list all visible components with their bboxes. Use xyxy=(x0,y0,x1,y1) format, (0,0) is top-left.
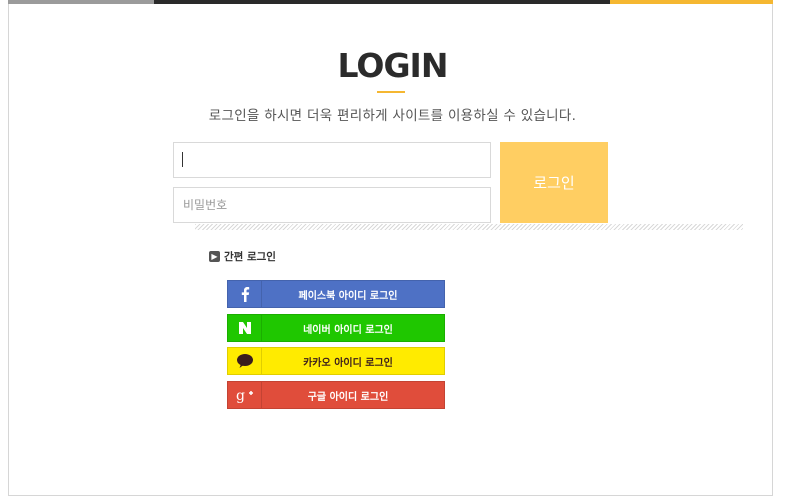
facebook-icon xyxy=(228,281,262,307)
text-cursor xyxy=(182,152,183,167)
login-button[interactable]: 로그인 xyxy=(500,142,608,223)
top-bar-segment-dark xyxy=(154,0,610,4)
user-id-input[interactable] xyxy=(173,142,491,178)
kakao-login-button[interactable]: 카카오 아이디 로그인 xyxy=(227,347,445,375)
google-login-button[interactable]: g 구글 아이디 로그인 xyxy=(227,381,445,409)
svg-text:g: g xyxy=(236,388,245,403)
easy-login-heading: ▶ 간편 로그인 xyxy=(209,249,276,264)
kakao-login-label: 카카오 아이디 로그인 xyxy=(303,357,393,369)
password-input[interactable] xyxy=(173,187,491,223)
kakao-icon xyxy=(228,348,262,374)
naver-login-label: 네이버 아이디 로그인 xyxy=(303,324,393,336)
top-bar-segment-gray xyxy=(8,0,154,4)
google-plus-icon: g xyxy=(228,382,262,408)
form-stripe-divider xyxy=(195,224,743,230)
title-underline xyxy=(377,91,405,93)
google-login-label: 구글 아이디 로그인 xyxy=(307,391,389,403)
naver-login-button[interactable]: 네이버 아이디 로그인 xyxy=(227,314,445,342)
facebook-login-label: 페이스북 아이디 로그인 xyxy=(298,290,398,302)
easy-login-label: 간편 로그인 xyxy=(224,251,276,263)
arrow-right-icon: ▶ xyxy=(209,251,220,262)
top-accent-bar xyxy=(8,0,773,4)
page-title: LOGIN xyxy=(337,46,449,85)
naver-icon xyxy=(228,315,262,341)
top-bar-segment-yellow xyxy=(610,0,773,4)
facebook-login-button[interactable]: 페이스북 아이디 로그인 xyxy=(227,280,445,308)
page-subtitle: 로그인을 하시면 더욱 편리하게 사이트를 이용하실 수 있습니다. xyxy=(208,108,577,124)
